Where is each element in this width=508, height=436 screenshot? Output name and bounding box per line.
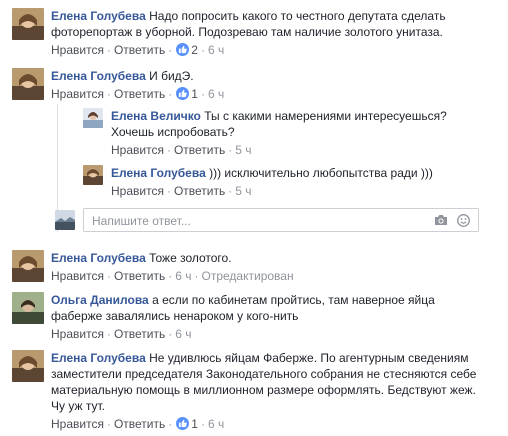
reply-button[interactable]: Ответить xyxy=(174,184,225,198)
comment-actions: Нравится · Ответить · 2 · 6 ч xyxy=(51,43,225,57)
like-count[interactable]: 1 xyxy=(191,417,198,431)
comment: Елена Голубева Не удивлюсь яйцам Фаберже… xyxy=(12,350,482,432)
like-button[interactable]: Нравится xyxy=(51,87,104,101)
comment-body: Ольга Данилова а если по кабинетам пройт… xyxy=(51,292,482,342)
author-name[interactable]: Елена Голубева xyxy=(51,251,146,265)
like-count[interactable]: 1 xyxy=(191,87,198,101)
comment-actions: Нравится · Ответить · 1 · 6 ч xyxy=(51,417,225,431)
comment-body: Елена Голубева Не удивлюсь яйцам Фаберже… xyxy=(51,350,482,432)
thumbs-up-icon[interactable] xyxy=(176,87,190,100)
timestamp[interactable]: 6 ч xyxy=(208,417,224,431)
author-name[interactable]: Елена Голубева xyxy=(51,9,146,23)
author-name[interactable]: Елена Голубева xyxy=(51,351,146,365)
author-name[interactable]: Ольга Данилова xyxy=(51,293,149,307)
author-name[interactable]: Елена Голубева xyxy=(51,69,146,83)
comment-actions: Нравится · Ответить · 5 ч xyxy=(111,143,252,157)
comment-actions: Нравится · Ответить · 5 ч xyxy=(111,184,252,198)
emoji-icon[interactable] xyxy=(457,214,470,230)
avatar[interactable] xyxy=(12,8,44,40)
thumbs-up-icon[interactable] xyxy=(176,43,190,56)
comment-body: Елена Голубева Тоже золотого. Нравится · О… xyxy=(51,250,294,284)
comment-text: Тоже золотого. xyxy=(149,251,232,265)
avatar[interactable] xyxy=(12,350,44,382)
timestamp[interactable]: 6 ч xyxy=(175,269,191,283)
comment-body: Елена Голубева Надо попросить какого то … xyxy=(51,8,482,58)
comment-content: Елена Голубева И бидЭ. xyxy=(51,68,224,84)
comment-body: Елена Голубева ))) исключительно любопыт… xyxy=(111,165,433,199)
author-name[interactable]: Елена Величко xyxy=(111,109,201,123)
author-name[interactable]: Елена Голубева xyxy=(111,166,206,180)
comment-content: Елена Голубева ))) исключительно любопыт… xyxy=(111,165,433,181)
avatar[interactable] xyxy=(12,250,44,282)
comment: Елена Голубева И бидЭ. Нравится · Ответить… xyxy=(12,68,482,102)
comment-content: Елена Голубева Надо попросить какого то … xyxy=(51,8,482,40)
comment: Елена Голубева Тоже золотого. Нравится · О… xyxy=(12,250,482,284)
comment-content: Елена Величко Ты с какими намерениями ин… xyxy=(111,108,483,140)
like-button[interactable]: Нравится xyxy=(51,417,104,431)
like-button[interactable]: Нравится xyxy=(51,327,104,341)
reply: Елена Голубева ))) исключительно любопыт… xyxy=(83,165,483,199)
thumbs-up-icon[interactable] xyxy=(176,417,190,430)
comment-actions: Нравится · Ответить · 6 ч · Отредактирован xyxy=(51,269,294,283)
comment-actions: Нравится · Ответить · 6 ч xyxy=(51,327,192,341)
like-button[interactable]: Нравится xyxy=(111,184,164,198)
like-count[interactable]: 2 xyxy=(191,43,198,57)
comment: Елена Голубева Надо попросить какого то … xyxy=(12,8,482,58)
reply-button[interactable]: Ответить xyxy=(114,87,165,101)
comment: Ольга Данилова а если по кабинетам пройт… xyxy=(12,292,482,342)
reply: Елена Величко Ты с какими намерениями ин… xyxy=(83,108,483,158)
edited-label[interactable]: Отредактирован xyxy=(202,269,294,283)
reply-button[interactable]: Ответить xyxy=(114,417,165,431)
like-button[interactable]: Нравится xyxy=(111,143,164,157)
timestamp[interactable]: 6 ч xyxy=(175,327,191,341)
reply-input[interactable] xyxy=(90,213,414,229)
reply-button[interactable]: Ответить xyxy=(174,143,225,157)
comment-text: И бидЭ. xyxy=(149,69,194,83)
comment-content: Ольга Данилова а если по кабинетам пройт… xyxy=(51,292,482,324)
comment-text: ))) исключительно любопытства ради ))) xyxy=(209,166,433,180)
reply-box[interactable] xyxy=(83,208,479,232)
avatar[interactable] xyxy=(83,165,103,185)
avatar xyxy=(55,210,75,230)
like-button[interactable]: Нравится xyxy=(51,43,104,57)
reply-button[interactable]: Ответить xyxy=(114,43,165,57)
reply-button[interactable]: Ответить xyxy=(114,269,165,283)
avatar[interactable] xyxy=(12,68,44,100)
like-button[interactable]: Нравится xyxy=(51,269,104,283)
comment-body: Елена Голубева И бидЭ. Нравится · Ответить… xyxy=(51,68,224,102)
camera-icon[interactable] xyxy=(434,214,448,229)
reply-button[interactable]: Ответить xyxy=(114,327,165,341)
comment-content: Елена Голубева Тоже золотого. xyxy=(51,250,294,266)
timestamp[interactable]: 6 ч xyxy=(208,43,224,57)
avatar[interactable] xyxy=(83,108,103,128)
comment-body: Елена Величко Ты с какими намерениями ин… xyxy=(111,108,483,158)
timestamp[interactable]: 5 ч xyxy=(235,143,251,157)
avatar[interactable] xyxy=(12,292,44,324)
timestamp[interactable]: 6 ч xyxy=(208,87,224,101)
comment-content: Елена Голубева Не удивлюсь яйцам Фаберже… xyxy=(51,350,482,414)
comment-actions: Нравится · Ответить · 1 · 6 ч xyxy=(51,87,225,101)
timestamp[interactable]: 5 ч xyxy=(235,184,251,198)
